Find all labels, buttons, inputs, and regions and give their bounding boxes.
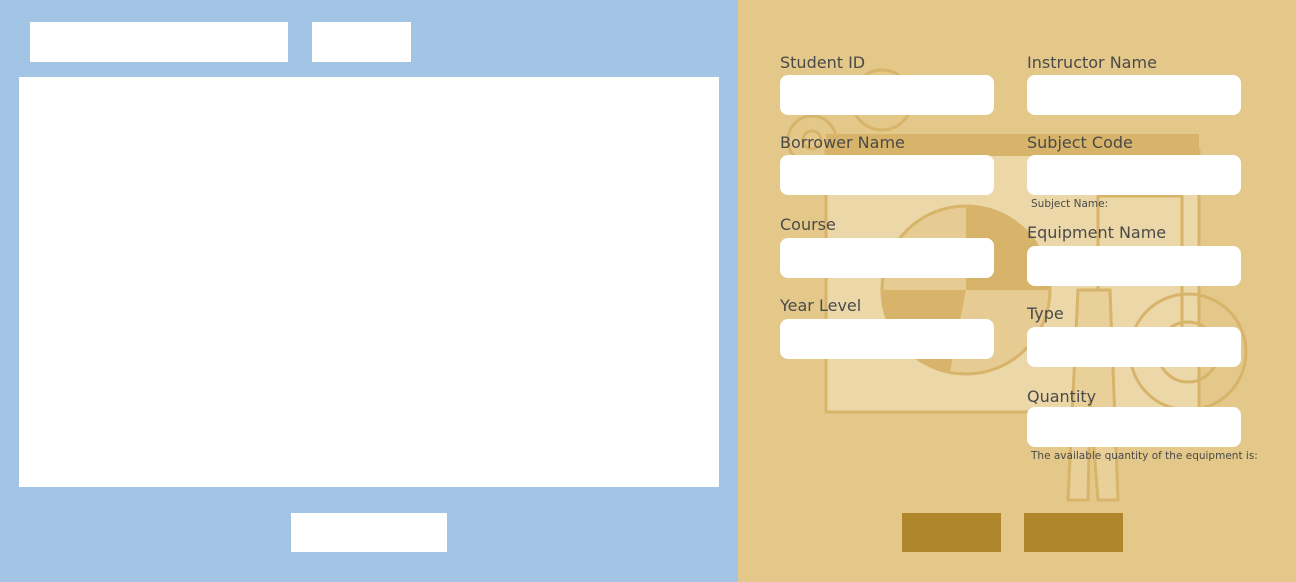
equipment-name-label: Equipment Name [1027, 223, 1167, 242]
left-action-button[interactable] [291, 513, 447, 552]
records-table[interactable] [19, 77, 719, 487]
student-id-field[interactable] [780, 75, 994, 115]
course-label: Course [780, 215, 836, 234]
subject-name-note: Subject Name: [1031, 198, 1109, 210]
submit-button[interactable] [902, 513, 1001, 552]
subject-code-label: Subject Code [1027, 133, 1133, 152]
borrower-name-label: Borrower Name [780, 133, 905, 152]
course-field[interactable] [780, 238, 994, 278]
year-level-label: Year Level [780, 296, 862, 315]
list-panel [0, 0, 738, 582]
available-quantity-note: The available quantity of the equipment … [1031, 450, 1258, 462]
instructor-name-label: Instructor Name [1027, 53, 1157, 72]
search-button[interactable] [312, 22, 411, 62]
quantity-field[interactable] [1027, 407, 1241, 447]
clear-button[interactable] [1024, 513, 1123, 552]
quantity-label: Quantity [1027, 387, 1097, 406]
borrower-name-field[interactable] [780, 155, 994, 195]
type-field[interactable] [1027, 327, 1241, 367]
form-panel: Student ID Borrower Name Course Year Lev… [738, 0, 1296, 582]
year-level-field[interactable] [780, 319, 994, 359]
student-id-label: Student ID [780, 53, 866, 72]
equipment-name-field[interactable] [1027, 246, 1241, 286]
type-label: Type [1027, 304, 1064, 323]
subject-code-field[interactable] [1027, 155, 1241, 195]
instructor-name-field[interactable] [1027, 75, 1241, 115]
search-input[interactable] [30, 22, 288, 62]
